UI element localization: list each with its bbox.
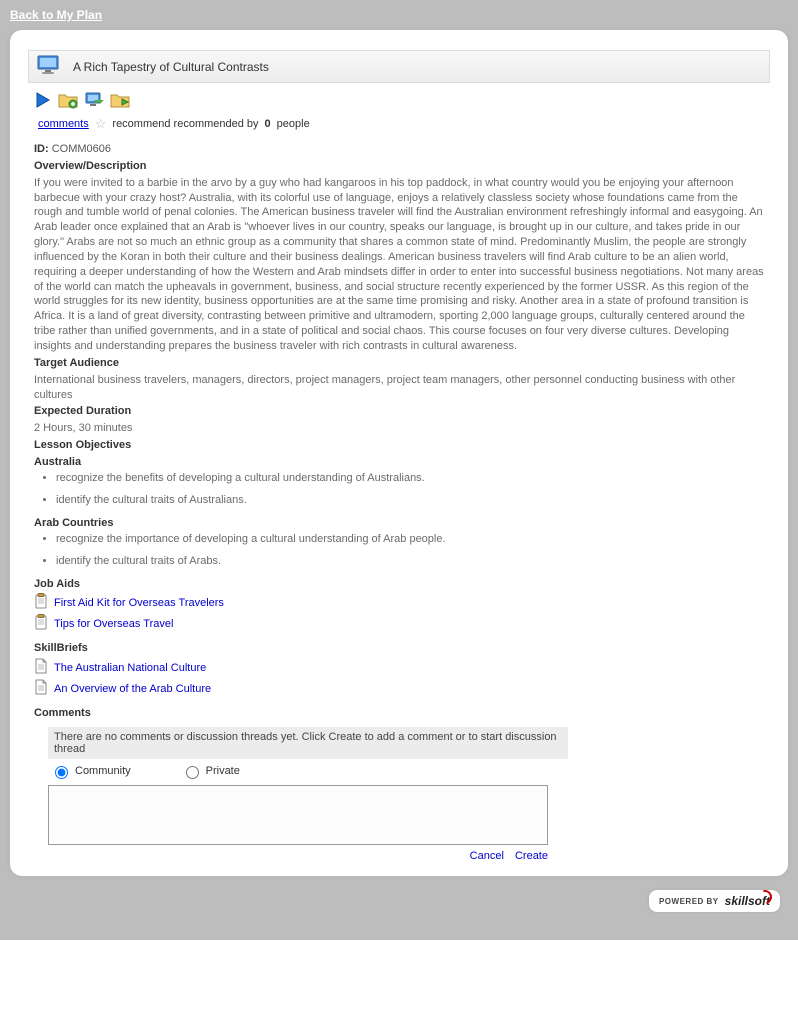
community-radio-text: Community (75, 765, 131, 777)
course-icon (37, 55, 59, 78)
play-icon[interactable] (34, 91, 52, 112)
content-area: ID: COMM0606 Overview/Description If you… (28, 142, 770, 721)
document-icon (34, 658, 48, 677)
skillbrief-row: The Australian National Culture (34, 658, 764, 677)
target-heading: Target Audience (34, 357, 119, 369)
jobaid-link[interactable]: Tips for Overseas Travel (54, 618, 173, 630)
objectives-heading: Lesson Objectives (34, 439, 131, 451)
create-link[interactable]: Create (515, 850, 548, 862)
community-radio[interactable] (55, 766, 68, 779)
community-radio-label[interactable]: Community (50, 763, 131, 779)
private-radio-label[interactable]: Private (181, 763, 240, 779)
course-title: A Rich Tapestry of Cultural Contrasts (73, 60, 269, 74)
objective-group-title: Australia (34, 456, 81, 468)
footer: POWERED BY skillsoft (10, 890, 788, 912)
powered-by-badge: POWERED BY skillsoft (649, 890, 780, 912)
comments-section: There are no comments or discussion thre… (48, 727, 568, 862)
comments-empty-hint: There are no comments or discussion thre… (48, 727, 568, 759)
recommend-count: 0 (265, 118, 271, 130)
clipboard-icon (34, 614, 48, 633)
cancel-link[interactable]: Cancel (470, 850, 504, 862)
skillbrief-link[interactable]: An Overview of the Arab Culture (54, 683, 211, 695)
recommend-label: recommend recommended by (112, 118, 258, 130)
objective-item: recognize the importance of developing a… (56, 533, 764, 545)
objective-item: recognize the benefits of developing a c… (56, 472, 764, 484)
private-radio[interactable] (186, 766, 199, 779)
meta-row: comments ☆ recommend recommended by 0 pe… (28, 116, 770, 132)
back-to-plan-link[interactable]: Back to My Plan (10, 8, 102, 22)
duration-body: 2 Hours, 30 minutes (34, 421, 764, 436)
target-body: International business travelers, manage… (34, 373, 764, 403)
export-folder-icon[interactable] (110, 91, 130, 112)
objective-item: identify the cultural traits of Australi… (56, 494, 764, 506)
download-icon[interactable] (84, 91, 104, 112)
jobaid-row: Tips for Overseas Travel (34, 614, 764, 633)
objective-item: identify the cultural traits of Arabs. (56, 555, 764, 567)
course-panel: A Rich Tapestry of Cultural Contrasts (10, 30, 788, 876)
add-folder-icon[interactable] (58, 91, 78, 112)
powered-by-text: POWERED BY (659, 897, 719, 906)
jobaids-heading: Job Aids (34, 578, 80, 590)
comment-textarea[interactable] (48, 785, 548, 845)
jobaid-row: First Aid Kit for Overseas Travelers (34, 593, 764, 612)
overview-body: If you were invited to a barbie in the a… (34, 176, 764, 354)
star-icon[interactable]: ☆ (95, 116, 107, 132)
overview-heading: Overview/Description (34, 160, 147, 172)
skillbrief-link[interactable]: The Australian National Culture (54, 662, 206, 674)
toolbar (28, 91, 770, 112)
recommend-suffix: people (277, 118, 310, 130)
jobaid-link[interactable]: First Aid Kit for Overseas Travelers (54, 597, 224, 609)
id-value: COMM0606 (52, 143, 111, 155)
comments-heading: Comments (34, 707, 91, 719)
brand-logo: skillsoft (725, 894, 770, 908)
document-icon (34, 679, 48, 698)
objective-group-title: Arab Countries (34, 517, 113, 529)
title-bar: A Rich Tapestry of Cultural Contrasts (28, 50, 770, 83)
skillbrief-row: An Overview of the Arab Culture (34, 679, 764, 698)
private-radio-text: Private (206, 765, 240, 777)
clipboard-icon (34, 593, 48, 612)
skillbriefs-heading: SkillBriefs (34, 642, 88, 654)
comments-link[interactable]: comments (38, 118, 89, 130)
duration-heading: Expected Duration (34, 405, 131, 417)
id-label: ID: (34, 143, 49, 155)
